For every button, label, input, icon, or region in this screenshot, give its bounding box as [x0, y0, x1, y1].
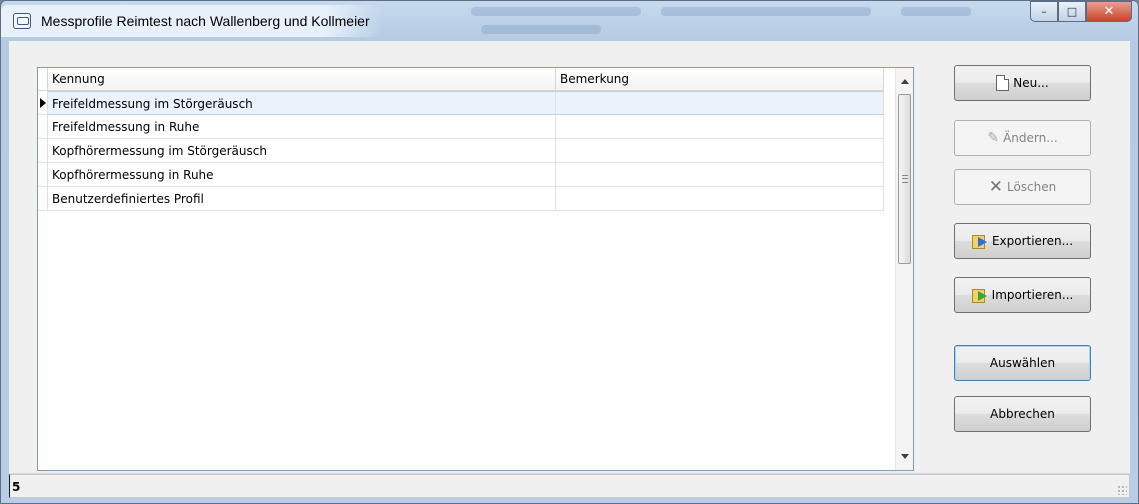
row-header[interactable] — [38, 139, 48, 163]
scroll-thumb[interactable] — [898, 94, 911, 264]
row-header[interactable] — [38, 91, 48, 115]
cell-kennung[interactable]: Kopfhörermessung in Ruhe — [48, 163, 556, 187]
current-row-indicator-icon — [40, 98, 46, 108]
table-row[interactable]: Freifeldmessung im Störgeräusch — [38, 91, 884, 115]
client-area: Kennung Bemerkung Freifeldmessung im Stö… — [9, 41, 1130, 473]
column-header-bemerkung[interactable]: Bemerkung — [556, 68, 884, 91]
profile-dialog-window: Messprofile Reimtest nach Wallenberg und… — [0, 0, 1139, 504]
cell-bemerkung[interactable] — [556, 91, 884, 115]
grip-icon — [902, 175, 908, 183]
column-header-kennung[interactable]: Kennung — [48, 68, 556, 91]
background-blur — [901, 7, 971, 16]
cell-kennung[interactable]: Freifeldmessung im Störgeräusch — [48, 91, 556, 115]
scroll-up-icon[interactable] — [901, 79, 909, 84]
profile-grid[interactable]: Kennung Bemerkung Freifeldmessung im Stö… — [37, 67, 914, 471]
record-count: 5 — [9, 474, 1130, 498]
table-row[interactable]: Freifeldmessung in Ruhe — [38, 115, 884, 139]
title-bar[interactable]: Messprofile Reimtest nach Wallenberg und… — [1, 1, 1138, 41]
table-row[interactable]: Benutzerdefiniertes Profil — [38, 187, 884, 211]
import-button-label: Importieren... — [991, 288, 1074, 302]
cell-kennung[interactable]: Benutzerdefiniertes Profil — [48, 187, 556, 211]
table-row[interactable]: Kopfhörermessung im Störgeräusch — [38, 139, 884, 163]
row-header[interactable] — [38, 163, 48, 187]
export-button[interactable]: Exportieren... — [954, 223, 1091, 259]
window-icon[interactable] — [13, 13, 31, 29]
caption-buttons: – □ ✕ — [1030, 1, 1132, 23]
vertical-scrollbar[interactable] — [895, 68, 913, 470]
cell-bemerkung[interactable] — [556, 187, 884, 211]
background-blur — [471, 7, 641, 16]
document-icon — [996, 75, 1010, 91]
maximize-button[interactable]: □ — [1058, 1, 1086, 22]
export-button-label: Exportieren... — [991, 234, 1074, 248]
cancel-button[interactable]: Abbrechen — [954, 396, 1091, 432]
import-icon — [971, 288, 988, 303]
cell-kennung[interactable]: Kopfhörermessung im Störgeräusch — [48, 139, 556, 163]
import-button[interactable]: Importieren... — [954, 277, 1091, 313]
cell-bemerkung[interactable] — [556, 115, 884, 139]
delete-button-label: Löschen — [1006, 180, 1057, 194]
background-blur — [661, 7, 871, 16]
edit-button-label: Ändern... — [1003, 131, 1058, 145]
table-row[interactable]: Kopfhörermessung in Ruhe — [38, 163, 884, 187]
scroll-down-icon[interactable] — [901, 454, 909, 459]
cell-bemerkung[interactable] — [556, 163, 884, 187]
row-header[interactable] — [38, 115, 48, 139]
row-header-corner — [38, 68, 48, 91]
select-button[interactable]: Auswählen — [954, 345, 1091, 381]
status-bar: 5 — [9, 473, 1130, 498]
edit-button[interactable]: ✎ Ändern... — [954, 120, 1091, 156]
x-icon: ✕ — [988, 177, 1003, 197]
row-header[interactable] — [38, 187, 48, 211]
new-button[interactable]: Neu... — [954, 65, 1091, 101]
grid-header: Kennung Bemerkung — [38, 68, 884, 91]
new-button-label: Neu... — [1013, 76, 1049, 90]
minimize-button[interactable]: – — [1030, 1, 1058, 22]
background-blur — [481, 25, 601, 34]
pencil-icon: ✎ — [987, 130, 1000, 146]
window-title: Messprofile Reimtest nach Wallenberg und… — [1, 5, 382, 37]
size-grip-icon[interactable] — [1117, 485, 1127, 495]
export-icon — [971, 234, 988, 249]
close-button[interactable]: ✕ — [1086, 1, 1132, 22]
cell-kennung[interactable]: Freifeldmessung in Ruhe — [48, 115, 556, 139]
delete-button[interactable]: ✕ Löschen — [954, 169, 1091, 205]
cell-bemerkung[interactable] — [556, 139, 884, 163]
